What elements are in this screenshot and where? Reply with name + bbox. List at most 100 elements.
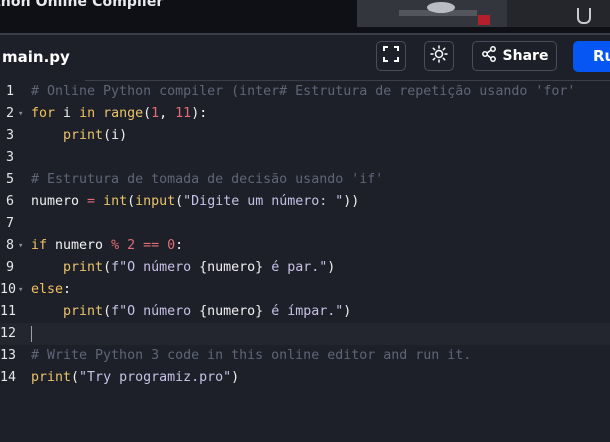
code-token: 2 (127, 238, 136, 253)
code-token: 0 (167, 238, 176, 253)
code-text: print("Try programiz.pro") (31, 367, 239, 389)
code-line[interactable]: 1 # Online Python compiler (inter# Estrut… (0, 81, 610, 103)
line-number: 14 (0, 370, 17, 385)
line-number: 8 (5, 238, 14, 253)
code-token: print (31, 370, 72, 385)
text-cursor (31, 326, 32, 342)
code-text: print(i) (31, 125, 127, 147)
code-token: if (31, 238, 48, 253)
ad-banner-image[interactable] (357, 0, 610, 27)
code-editor[interactable]: 1 # Online Python compiler (inter# Estrut… (0, 81, 610, 442)
code-line[interactable]: 13 # Write Python 3 code in this online e… (0, 345, 610, 367)
code-token: )) (343, 194, 360, 209)
line-number: 13 (0, 348, 17, 363)
code-line[interactable]: 9 print(f"O número {numero} é par.") (0, 257, 610, 279)
code-text: numero = int(input("Digite um número: ")… (31, 191, 359, 213)
code-token: : (63, 282, 72, 297)
code-text: # Write Python 3 code in this online edi… (31, 345, 471, 367)
line-number: 6 (5, 194, 14, 209)
fullscreen-button[interactable] (376, 41, 406, 71)
code-line[interactable]: 14 print("Try programiz.pro") (0, 367, 610, 389)
code-line[interactable]: 8 ▾ if numero % 2 == 0: (0, 235, 610, 257)
code-token: ( (143, 106, 152, 121)
code-token: 11 (175, 106, 192, 121)
line-number: 7 (5, 216, 14, 231)
fold-chevron-icon[interactable]: ▾ (18, 279, 23, 301)
line-number: 3 (5, 150, 14, 165)
code-line[interactable]: 3 print(i) (0, 125, 610, 147)
editor-header: main.py Share Ru (0, 35, 610, 81)
sun-icon (430, 45, 448, 67)
file-tab[interactable]: main.py (0, 35, 85, 81)
code-token: é par." (263, 260, 328, 275)
ad-door (507, 0, 610, 27)
code-line[interactable]: 3 (0, 147, 610, 169)
code-line[interactable]: 12 (0, 323, 610, 345)
code-token: range (103, 106, 144, 121)
code-token: for (31, 106, 56, 121)
code-token: é ímpar." (263, 304, 344, 319)
share-icon (481, 46, 497, 66)
code-token: f"O número (111, 304, 200, 319)
code-text: print(f"O número {numero} é ímpar.") (31, 301, 351, 323)
code-token: # Online Python compiler (inter# Estrutu… (31, 84, 576, 99)
code-token: # Estrutura de tomada de decisão usando … (31, 172, 384, 187)
code-token: print (63, 128, 104, 143)
code-token: print (63, 304, 104, 319)
line-number: 2 (5, 106, 14, 121)
code-token: ( (175, 194, 184, 209)
code-token: 1 (151, 106, 160, 121)
top-strip: thon Online Compiler (0, 0, 610, 33)
code-token: ( (71, 370, 80, 385)
code-token: (i) (103, 128, 128, 143)
code-token: ( (103, 260, 112, 275)
line-number: 12 (0, 326, 17, 341)
code-line[interactable]: 10 ▾ else: (0, 279, 610, 301)
code-token: else (31, 282, 64, 297)
ad-accent (478, 15, 490, 25)
ad-product (427, 2, 455, 13)
code-token: in (79, 106, 96, 121)
code-token: numero (47, 238, 112, 253)
file-tab-label: main.py (2, 48, 70, 66)
code-token: ) (343, 304, 352, 319)
code-line[interactable]: 7 (0, 213, 610, 235)
ad-handle (577, 8, 591, 24)
theme-toggle-button[interactable] (424, 41, 454, 71)
line-number: 11 (0, 304, 17, 319)
code-token: {numero} (199, 260, 264, 275)
line-number: 5 (5, 172, 14, 187)
share-button[interactable]: Share (472, 41, 557, 71)
code-line[interactable]: 6 numero = int(input("Digite um número: "… (0, 191, 610, 213)
code-token: ( (103, 304, 112, 319)
code-token: # Write Python 3 code in this online edi… (31, 348, 472, 363)
code-text: # Estrutura de tomada de decisão usando … (31, 169, 383, 191)
fold-chevron-icon[interactable]: ▾ (18, 235, 23, 257)
code-token: , (159, 106, 176, 121)
code-token: "Digite um número: " (183, 194, 344, 209)
code-token: % (111, 238, 120, 253)
run-button[interactable]: Run (573, 41, 610, 72)
code-token: ) (231, 370, 240, 385)
code-line[interactable]: 11 print(f"O número {numero} é ímpar.") (0, 301, 610, 323)
line-number: 3 (5, 128, 14, 143)
line-number: 1 (5, 84, 14, 99)
code-token: {numero} (199, 304, 264, 319)
share-label: Share (502, 48, 549, 64)
fold-chevron-icon[interactable]: ▾ (18, 103, 23, 125)
code-line[interactable]: 2 ▾ for i in range(1, 11): (0, 103, 610, 125)
page-title: thon Online Compiler (0, 0, 164, 10)
code-token: ): (191, 106, 208, 121)
code-token: = (87, 194, 96, 209)
code-line[interactable]: 5 # Estrutura de tomada de decisão usando… (0, 169, 610, 191)
code-text: for i in range(1, 11): (31, 103, 207, 125)
code-token: input (135, 194, 176, 209)
line-number: 9 (5, 260, 14, 275)
code-token: == (143, 238, 160, 253)
